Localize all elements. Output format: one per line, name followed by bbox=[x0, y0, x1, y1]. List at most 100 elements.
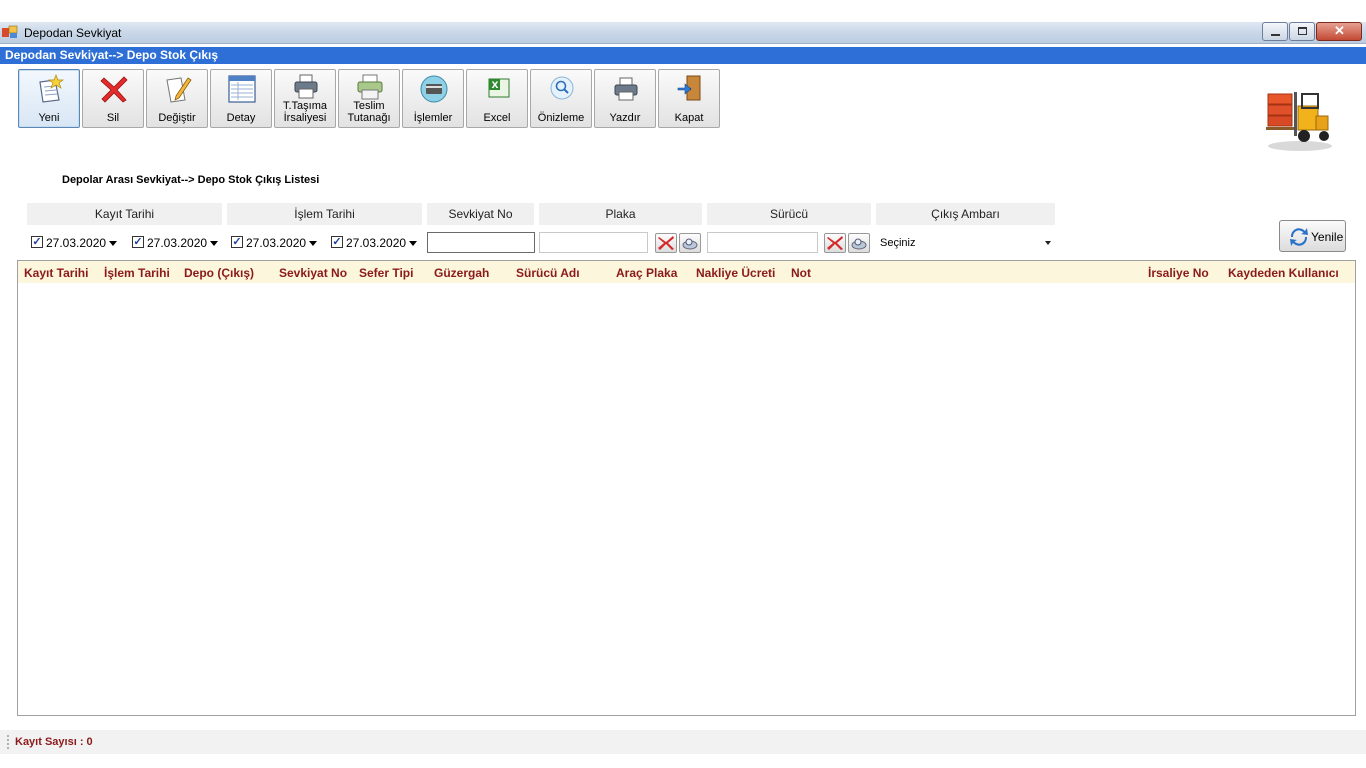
printer-green-icon bbox=[357, 74, 383, 100]
islem-tarihi-to-value: 27.03.2020 bbox=[346, 236, 407, 250]
close-form-button[interactable]: Kapat bbox=[658, 69, 720, 128]
surucu-filter-label: Sürücü bbox=[707, 203, 871, 225]
operations-card-icon bbox=[420, 75, 448, 103]
column-header-depo-cikis[interactable]: Depo (Çıkış) bbox=[184, 266, 254, 280]
delete-x-icon bbox=[100, 76, 128, 103]
preview-button[interactable]: Önizleme bbox=[530, 69, 592, 128]
column-header-surucu-adi[interactable]: Sürücü Adı bbox=[516, 266, 580, 280]
column-header-irsaliye-no[interactable]: İrsaliye No bbox=[1148, 266, 1209, 280]
chevron-down-icon[interactable] bbox=[109, 241, 117, 246]
forklift-illustration bbox=[1266, 92, 1332, 151]
islem-tarihi-from-picker[interactable]: ✓ 27.03.2020 bbox=[228, 232, 322, 252]
printer-icon bbox=[614, 77, 638, 101]
preview-magnifier-icon bbox=[550, 76, 574, 100]
chevron-down-icon[interactable] bbox=[309, 241, 317, 246]
column-header-not[interactable]: Not bbox=[791, 266, 811, 280]
clear-x-icon bbox=[658, 236, 674, 250]
column-header-islem-tarihi[interactable]: İşlem Tarihi bbox=[104, 266, 170, 280]
minimize-button[interactable] bbox=[1262, 22, 1288, 41]
plaka-clear-button[interactable] bbox=[655, 233, 677, 253]
surucu-clear-button[interactable] bbox=[824, 233, 846, 253]
plaka-input[interactable] bbox=[539, 232, 648, 253]
svg-text:X: X bbox=[492, 81, 499, 91]
new-button[interactable]: Yeni bbox=[18, 69, 80, 128]
delivery-report-label-2: Tutanağı bbox=[347, 112, 391, 124]
sevkiyat-no-input[interactable] bbox=[427, 232, 535, 253]
search-icon bbox=[682, 238, 698, 250]
kayit-tarihi-to-value: 27.03.2020 bbox=[147, 236, 208, 250]
close-form-button-label: Kapat bbox=[674, 112, 704, 124]
printer-icon bbox=[294, 74, 318, 99]
column-header-kaydeden-kullanici[interactable]: Kaydeden Kullanıcı bbox=[1228, 266, 1339, 280]
column-header-sevkiyat-no[interactable]: Sevkiyat No bbox=[279, 266, 347, 280]
chevron-down-icon[interactable] bbox=[210, 241, 218, 246]
edit-button[interactable]: Değiştir bbox=[146, 69, 208, 128]
cikis-ambari-selected: Seçiniz bbox=[880, 237, 916, 249]
detail-button[interactable]: Detay bbox=[210, 69, 272, 128]
islem-tarihi-filter-label: İşlem Tarihi bbox=[227, 203, 422, 225]
kayit-tarihi-from-value: 27.03.2020 bbox=[46, 236, 107, 250]
excel-button-label: Excel bbox=[483, 112, 511, 124]
window-titlebar[interactable] bbox=[0, 22, 1366, 44]
islem-tarihi-to-checkbox[interactable]: ✓ bbox=[331, 236, 343, 248]
clear-x-icon bbox=[827, 236, 843, 250]
transport-waybill-button[interactable]: T.Taşıma İrsaliyesi bbox=[274, 69, 336, 128]
detail-table-icon bbox=[228, 75, 256, 103]
new-button-label: Yeni bbox=[38, 112, 60, 124]
detail-button-label: Detay bbox=[226, 112, 256, 124]
cikis-ambari-select[interactable]: Seçiniz bbox=[876, 233, 1056, 253]
islem-tarihi-from-checkbox[interactable]: ✓ bbox=[231, 236, 243, 248]
close-button[interactable]: ✕ bbox=[1316, 22, 1362, 41]
chevron-down-icon[interactable] bbox=[409, 241, 417, 246]
excel-icon: X bbox=[488, 78, 510, 98]
column-header-kayit-tarihi[interactable]: Kayıt Tarihi bbox=[24, 266, 88, 280]
transport-waybill-label-1: T.Taşıma bbox=[282, 100, 327, 112]
refresh-button-label: Yenile bbox=[1311, 230, 1344, 244]
record-count-label: Kayıt Sayısı : 0 bbox=[15, 736, 93, 748]
islem-tarihi-to-picker[interactable]: ✓ 27.03.2020 bbox=[328, 232, 422, 252]
islem-tarihi-from-value: 27.03.2020 bbox=[246, 236, 307, 250]
kayit-tarihi-to-checkbox[interactable]: ✓ bbox=[132, 236, 144, 248]
sevkiyat-no-filter-label: Sevkiyat No bbox=[427, 203, 534, 225]
restore-button[interactable] bbox=[1289, 22, 1315, 41]
chevron-down-icon bbox=[1045, 241, 1051, 245]
cikis-ambari-filter-label: Çıkış Ambarı bbox=[876, 203, 1055, 225]
print-button[interactable]: Yazdır bbox=[594, 69, 656, 128]
refresh-button[interactable]: Yenile bbox=[1279, 220, 1346, 252]
edit-pencil-icon bbox=[166, 77, 192, 103]
plaka-search-button[interactable] bbox=[679, 233, 701, 253]
form-breadcrumb: Depodan Sevkiyat--> Depo Stok Çıkış bbox=[5, 48, 219, 62]
delivery-report-button[interactable]: Teslim Tutanağı bbox=[338, 69, 400, 128]
column-header-arac-plaka[interactable]: Araç Plaka bbox=[616, 266, 677, 280]
transport-waybill-label-2: İrsaliyesi bbox=[283, 112, 327, 124]
data-grid[interactable] bbox=[17, 260, 1356, 716]
print-button-label: Yazdır bbox=[609, 112, 641, 124]
list-title: Depolar Arası Sevkiyat--> Depo Stok Çıkı… bbox=[62, 174, 320, 186]
new-document-star-icon bbox=[39, 74, 65, 103]
kayit-tarihi-from-picker[interactable]: ✓ 27.03.2020 bbox=[28, 232, 122, 252]
preview-button-label: Önizleme bbox=[537, 112, 585, 124]
refresh-icon bbox=[1290, 228, 1308, 246]
delete-button[interactable]: Sil bbox=[82, 69, 144, 128]
surucu-search-button[interactable] bbox=[848, 233, 870, 253]
operations-button-label: İşlemler bbox=[413, 112, 453, 124]
close-icon: ✕ bbox=[1334, 23, 1345, 38]
column-header-guzergah[interactable]: Güzergah bbox=[434, 266, 489, 280]
kayit-tarihi-from-checkbox[interactable]: ✓ bbox=[31, 236, 43, 248]
delivery-report-label-1: Teslim bbox=[353, 100, 385, 112]
column-header-sefer-tipi[interactable]: Sefer Tipi bbox=[359, 266, 413, 280]
status-bar bbox=[0, 730, 1366, 754]
edit-button-label: Değiştir bbox=[158, 112, 196, 124]
exit-door-icon bbox=[677, 75, 701, 101]
column-header-nakliye-ucreti[interactable]: Nakliye Ücreti bbox=[696, 266, 775, 280]
operations-button[interactable]: İşlemler bbox=[402, 69, 464, 128]
kayit-tarihi-to-picker[interactable]: ✓ 27.03.2020 bbox=[129, 232, 223, 252]
app-icon bbox=[2, 25, 18, 38]
kayit-tarihi-filter-label: Kayıt Tarihi bbox=[27, 203, 222, 225]
surucu-input[interactable] bbox=[707, 232, 818, 253]
window-title: Depodan Sevkiyat bbox=[24, 26, 122, 40]
excel-button[interactable]: X Excel bbox=[466, 69, 528, 128]
grip-icon bbox=[6, 734, 10, 750]
delete-button-label: Sil bbox=[106, 112, 120, 124]
plaka-filter-label: Plaka bbox=[539, 203, 702, 225]
